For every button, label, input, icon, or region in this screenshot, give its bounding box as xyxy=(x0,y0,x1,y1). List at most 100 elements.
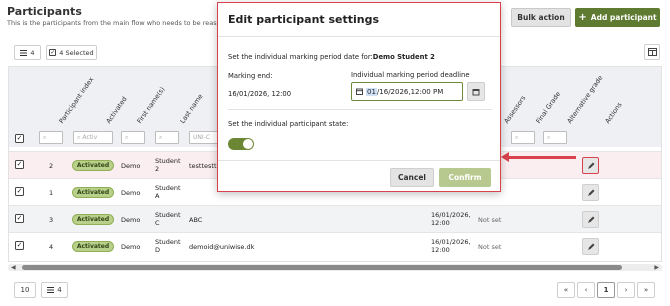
first-name: Demo xyxy=(121,189,141,197)
horizontal-scrollbar[interactable]: ◀ ▶ xyxy=(8,264,662,271)
search-icon: ⌕ xyxy=(77,133,81,141)
email: testtestt xyxy=(189,162,217,170)
calendar-icon xyxy=(356,88,363,95)
prev-page-button[interactable]: ‹ xyxy=(577,282,595,298)
edit-button[interactable] xyxy=(582,184,599,201)
search-icon: ⌕ xyxy=(125,133,129,141)
annotation-arrow-head xyxy=(501,152,509,162)
assessors-filter[interactable]: ⌕ xyxy=(511,131,535,144)
dialog-footer: Cancel Confirm xyxy=(218,160,500,192)
pencil-icon xyxy=(587,243,594,250)
state-label: Set the individual participant state: xyxy=(228,120,349,128)
cancel-button[interactable]: Cancel xyxy=(390,168,434,187)
add-participant-label: Add participant xyxy=(590,13,657,22)
double-chevron-right-icon: » xyxy=(643,286,649,294)
search-icon: ⌕ xyxy=(547,133,551,141)
scroll-right-icon[interactable]: ▶ xyxy=(654,264,659,271)
first-name: Demo xyxy=(121,162,141,170)
email: demoid@uniwise.dk xyxy=(189,243,255,251)
page-subtitle: This is the participants from the main f… xyxy=(7,19,239,27)
bulk-action-button[interactable]: Bulk action xyxy=(511,8,571,27)
last-name: Student D xyxy=(155,238,181,254)
next-page-button[interactable]: › xyxy=(617,282,635,298)
participant-index: 1 xyxy=(49,189,54,197)
last-page-button[interactable]: » xyxy=(637,282,655,298)
page-title: Participants xyxy=(7,5,82,18)
search-icon: ⌕ xyxy=(515,133,519,141)
last-name: Student C xyxy=(155,211,181,227)
status-badge: Activated xyxy=(72,241,114,252)
dialog-divider xyxy=(228,109,492,110)
assessor-value: Not set xyxy=(478,243,502,251)
calendar-picker-button[interactable] xyxy=(467,82,485,101)
selected-count-button[interactable]: ✓ 4 Selected xyxy=(46,45,97,60)
columns-count-button[interactable]: 4 xyxy=(14,45,41,60)
dialog-title: Edit participant settings xyxy=(228,13,380,26)
dialog-divider xyxy=(218,36,500,37)
status-badge: Activated xyxy=(72,187,114,198)
row-checkbox[interactable]: ✓ xyxy=(15,160,24,169)
list-icon xyxy=(20,49,28,56)
checkbox-icon: ✓ xyxy=(49,49,57,56)
deadline-date-input[interactable]: 01/16/2026,12:00 PM xyxy=(351,82,463,101)
pencil-icon xyxy=(587,189,594,196)
plus-icon: + xyxy=(578,11,587,23)
double-chevron-left-icon: « xyxy=(563,286,569,294)
table-row[interactable]: ✓ 4 Activated Demo Student D demoid@uniw… xyxy=(9,232,661,259)
deadline-label: Individual marking period deadline xyxy=(351,71,470,79)
current-page[interactable]: 1 xyxy=(597,282,615,298)
pencil-icon xyxy=(587,216,594,223)
status-badge: Activated xyxy=(72,214,114,225)
status-badge: Activated xyxy=(72,160,114,171)
last-name: Student A xyxy=(155,184,181,200)
search-icon: ⌕ xyxy=(43,133,47,141)
page-size-select[interactable]: 10 xyxy=(14,282,36,298)
edit-button[interactable] xyxy=(582,157,599,174)
first-page-button[interactable]: « xyxy=(557,282,575,298)
final-grade-filter[interactable]: ⌕ xyxy=(543,131,567,144)
participant-index: 2 xyxy=(49,162,54,170)
row-checkbox[interactable]: ✓ xyxy=(15,214,24,223)
edit-button[interactable] xyxy=(582,211,599,228)
edit-button[interactable] xyxy=(582,238,599,255)
participant-index: 4 xyxy=(49,243,54,251)
scroll-thumb[interactable] xyxy=(22,265,622,270)
marking-end-value: 16/01/2026, 12:00 xyxy=(228,90,292,98)
email-filter[interactable]: UNI-C xyxy=(189,131,219,144)
edit-participant-dialog: Edit participant settings Set the indivi… xyxy=(217,2,501,192)
calendar-icon xyxy=(472,88,480,95)
first-name: Demo xyxy=(121,216,141,224)
row-checkbox[interactable]: ✓ xyxy=(15,187,24,196)
first-name: Demo xyxy=(121,243,141,251)
participant-index: 3 xyxy=(49,216,54,224)
assessor-value: Not set xyxy=(478,216,502,224)
table-row[interactable]: ✓ 3 Activated Demo Student C ABC 16/01/2… xyxy=(9,205,661,232)
column-settings-button[interactable] xyxy=(644,44,660,60)
add-participant-button[interactable]: + Add participant xyxy=(575,8,660,27)
last-name-filter[interactable]: ⌕ xyxy=(155,131,179,144)
deadline-day-segment[interactable]: 01 xyxy=(366,87,377,96)
row-count-button[interactable]: 4 xyxy=(41,282,68,298)
pencil-icon xyxy=(587,162,594,169)
dialog-intro-prefix: Set the individual marking period date f… xyxy=(228,53,373,61)
confirm-button[interactable]: Confirm xyxy=(439,168,491,187)
activated-filter-placeholder: Activ xyxy=(82,134,98,141)
list-icon xyxy=(47,287,55,293)
selected-label: 4 Selected xyxy=(59,48,94,57)
scroll-left-icon[interactable]: ◀ xyxy=(11,264,16,271)
chevron-left-icon: ‹ xyxy=(584,286,588,294)
marking-end-label: Marking end: xyxy=(228,72,273,80)
activated-filter[interactable]: ⌕ Activ xyxy=(73,131,113,144)
first-name-filter[interactable]: ⌕ xyxy=(121,131,145,144)
chevron-right-icon: › xyxy=(624,286,628,294)
participant-state-toggle[interactable] xyxy=(228,138,254,150)
columns-icon xyxy=(647,48,657,56)
columns-count: 4 xyxy=(30,48,35,57)
select-all-checkbox[interactable]: ✓ xyxy=(15,134,24,143)
search-icon: ⌕ xyxy=(159,133,163,141)
email: ABC xyxy=(189,216,203,224)
index-filter[interactable]: ⌕ xyxy=(39,131,63,144)
last-name: Student 2 xyxy=(155,157,181,173)
email-filter-placeholder: UNI-C xyxy=(193,134,211,141)
row-checkbox[interactable]: ✓ xyxy=(15,241,24,250)
